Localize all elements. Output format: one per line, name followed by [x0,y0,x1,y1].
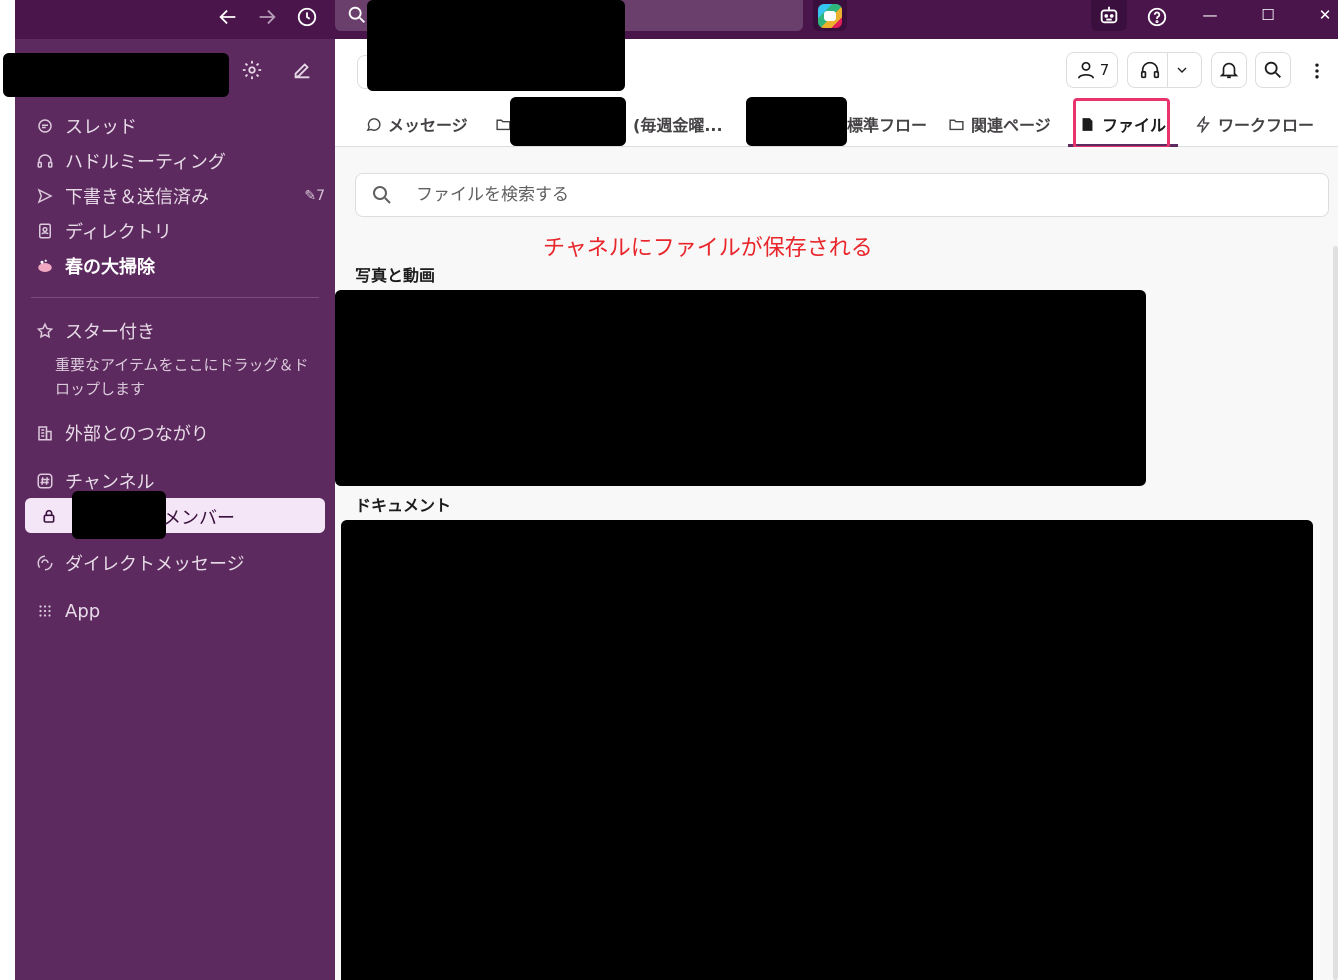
user-icon [1077,61,1094,79]
starred-label: スター付き [65,322,155,343]
soap-icon [35,256,55,276]
app-logo[interactable] [813,0,847,31]
tab-messages[interactable]: メッセージ [365,111,468,137]
sidebar-item-external[interactable]: 外部とのつながり [35,418,325,448]
channel-name-redacted [72,491,166,539]
back-arrow-icon[interactable] [212,3,244,31]
workspace-name-redacted [3,53,229,97]
help-icon[interactable] [1141,3,1173,31]
file-search-input[interactable] [416,185,1296,205]
apps-label: App [65,600,101,622]
sidebar-item-label: スレッド [65,117,137,138]
maximize-icon[interactable]: ☐ [1245,0,1291,30]
section-title-media: 写真と動画 [355,266,436,285]
sidebar: スレッド ハドルミーティング 下書き＆送信済み ✎7 ディレクトリ 春の大掃除 … [3,39,335,980]
tab-name-redacted [510,97,626,146]
section-title-documents: ドキュメント [355,496,452,515]
huddle-button[interactable] [1127,52,1202,88]
lock-icon [43,509,55,523]
sidebar-divider [31,297,319,298]
draft-count-badge: ✎7 [304,188,325,204]
tab-label: ワークフロー [1218,116,1315,135]
tab-label: 標準フロー [847,116,928,135]
search-icon [1264,61,1281,78]
headphones-icon [1140,61,1160,79]
sidebar-item-directory[interactable]: ディレクトリ [35,216,325,246]
building-icon [35,423,55,443]
channel-search-button[interactable] [1255,52,1291,88]
document-files-redacted [341,520,1313,980]
more-options-icon[interactable] [1305,56,1329,86]
left-gutter [0,0,15,980]
sidebar-item-label: ハドルミーティング [65,152,226,173]
bell-icon [1219,62,1239,79]
chevron-down-icon [1177,67,1187,73]
notifications-button[interactable] [1211,52,1247,88]
apps-grid-icon [35,601,55,621]
history-clock-icon[interactable] [291,3,323,31]
folder-icon [948,115,966,133]
directory-icon [35,221,55,241]
star-icon [35,321,55,341]
slack-logo-icon [818,3,842,28]
minimize-icon[interactable]: — [1187,0,1233,30]
threads-icon [35,116,55,136]
title-bar: — ☐ ✕ [15,0,1338,39]
members-count: 7 [1099,61,1110,79]
compose-icon[interactable] [285,55,319,85]
sidebar-item-label: 下書き＆送信済み [65,187,209,208]
search-icon [373,186,391,204]
forward-arrow-icon[interactable] [251,3,283,31]
sidebar-item-threads[interactable]: スレッド [35,111,325,141]
annotation-text: チャネルにファイルが保存される [543,236,873,261]
tab-label: 関連ページ [971,116,1051,135]
close-icon[interactable]: ✕ [1302,0,1338,30]
annotation-highlight-box [1073,98,1170,149]
sidebar-item-huddles[interactable]: ハドルミーティング [35,146,325,176]
message-icon [365,115,383,133]
settings-gear-icon[interactable] [235,55,269,85]
sidebar-section-starred[interactable]: スター付き [35,316,325,346]
sidebar-item-spring-cleaning[interactable]: 春の大掃除 [35,251,325,281]
tab-workflows[interactable]: ワークフロー [1195,111,1314,137]
dms-label: ダイレクトメッセージ [65,554,245,575]
tab-label: メッセージ [388,116,468,135]
sidebar-item-label: 春の大掃除 [65,257,155,278]
headphones-icon [35,151,55,171]
tab-label: (毎週金曜... [633,116,723,135]
file-search-box[interactable] [355,173,1329,217]
bolt-icon [1195,115,1213,133]
tab-name-redacted [746,97,847,146]
dm-icon [35,553,55,573]
media-files-redacted [335,290,1146,486]
sidebar-section-dms[interactable]: ダイレクトメッセージ [35,548,325,578]
members-button[interactable]: 7 [1066,52,1118,88]
bot-icon [1093,1,1125,29]
channel-title-redacted [367,0,625,91]
hash-icon [35,471,55,491]
send-icon [35,186,55,206]
sidebar-channel-active[interactable]: メンバー [25,491,325,539]
main-panel: 7 メッセージ (毎週金曜... 標準フロー 関連ページ ファイル ワークフロー… [335,0,1338,980]
sidebar-item-label: ディレクトリ [65,222,172,243]
files-panel: チャネルにファイルが保存される 写真と動画 ドキュメント [335,147,1338,980]
sidebar-item-drafts[interactable]: 下書き＆送信済み ✎7 [35,181,325,211]
starred-help-text: 重要なアイテムをここにドラッグ＆ドロップします [55,356,309,398]
sidebar-item-label: 外部とのつながり [65,424,209,445]
channel-name-suffix: メンバー [163,508,235,529]
tab-related-pages[interactable]: 関連ページ [948,111,1051,137]
sidebar-section-apps[interactable]: App [35,596,325,626]
ai-assistant-button[interactable] [1091,0,1127,31]
channel-tabs: メッセージ (毎週金曜... 標準フロー 関連ページ ファイル ワークフロー [335,97,1338,149]
scrollbar[interactable] [1333,246,1338,980]
